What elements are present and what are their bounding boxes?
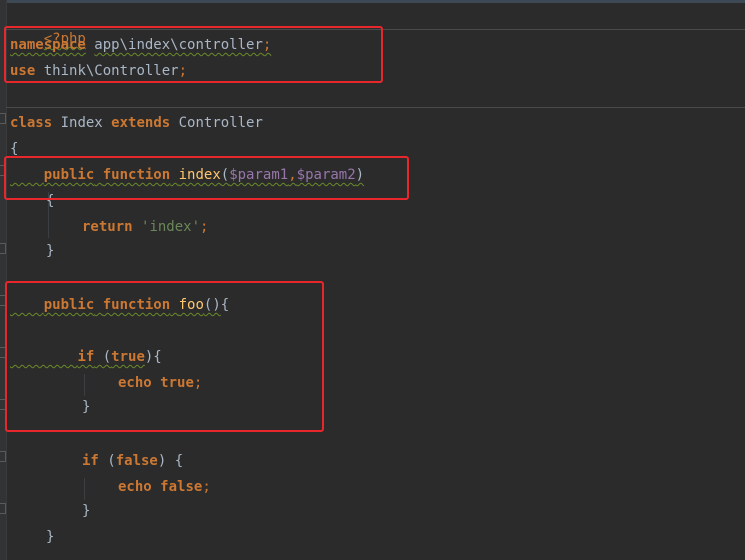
code-line[interactable]: echo false; <box>118 476 211 498</box>
public-keyword: public <box>43 297 95 313</box>
semicolon: ; <box>202 479 211 495</box>
if-close-brace: } <box>82 399 91 415</box>
close-paren-brace: ){ <box>144 349 162 365</box>
method-close-brace: } <box>46 243 55 259</box>
method-separator <box>6 29 745 30</box>
code-line[interactable]: } <box>46 526 54 548</box>
method-open-brace: { <box>46 193 55 209</box>
semicolon: ; <box>178 63 188 79</box>
code-line[interactable]: { <box>10 138 18 160</box>
fold-marker-icon[interactable] <box>0 165 6 176</box>
use-keyword: use <box>10 63 36 79</box>
false-literal: false <box>160 479 203 495</box>
true-literal: true <box>111 349 145 365</box>
fold-marker-icon[interactable] <box>0 113 6 124</box>
if-keyword: if <box>82 453 99 469</box>
fold-marker-icon[interactable] <box>0 295 6 306</box>
code-editor[interactable]: <?php namespace app\index\controller; us… <box>0 0 745 560</box>
code-line[interactable]: public function foo(){ <box>10 294 229 316</box>
code-line[interactable]: return 'index'; <box>82 216 208 238</box>
code-line[interactable]: } <box>82 500 90 522</box>
class-open-brace: { <box>10 141 19 157</box>
open-paren: ( <box>220 167 230 183</box>
comma: , <box>288 167 297 183</box>
parens: () <box>203 297 221 313</box>
use-path: think\Controller <box>43 63 179 79</box>
method-name-index: index <box>178 167 221 183</box>
code-line[interactable]: use think\Controller; <box>10 60 187 82</box>
editor-tab-strip <box>0 0 745 3</box>
fold-marker-icon[interactable] <box>0 503 6 514</box>
echo-keyword: echo <box>118 479 152 495</box>
return-keyword: return <box>82 219 133 235</box>
method-open-brace: { <box>220 297 230 313</box>
editor-gutter <box>0 0 7 560</box>
code-line[interactable]: if (true){ <box>10 346 162 368</box>
true-literal: true <box>160 375 194 391</box>
function-keyword: function <box>102 167 171 183</box>
code-line[interactable]: <?php <box>10 6 86 47</box>
open-paren: ( <box>94 349 112 365</box>
close-paren: ) <box>355 167 365 183</box>
class-name: Index <box>52 115 112 131</box>
code-line[interactable]: class Index extends Controller <box>10 112 263 134</box>
false-literal: false <box>115 453 158 469</box>
open-paren: ( <box>98 453 116 469</box>
class-keyword: class <box>10 115 53 131</box>
method-close-brace: } <box>46 529 55 545</box>
semicolon: ; <box>262 37 272 53</box>
if-close-brace: } <box>82 503 91 519</box>
public-keyword: public <box>43 167 95 183</box>
namespace-path: app\index\controller <box>94 37 263 53</box>
code-line[interactable]: public function index($param1,$param2) <box>10 164 364 186</box>
code-line[interactable]: if (false) { <box>82 450 183 472</box>
semicolon: ; <box>193 375 203 391</box>
code-line[interactable]: } <box>82 396 90 418</box>
close-paren-brace: ) { <box>157 453 184 469</box>
method-name-foo: foo <box>178 297 204 313</box>
indent-guide <box>84 374 85 396</box>
return-string: 'index' <box>141 219 201 235</box>
code-line[interactable]: { <box>46 190 54 212</box>
fold-marker-icon[interactable] <box>0 243 6 254</box>
param-2: $param2 <box>296 167 356 183</box>
echo-keyword: echo <box>118 375 152 391</box>
fold-marker-icon[interactable] <box>0 451 6 462</box>
semicolon: ; <box>200 219 209 235</box>
param-1: $param1 <box>229 167 289 183</box>
method-separator <box>6 107 745 108</box>
function-keyword: function <box>102 297 171 313</box>
fold-marker-icon[interactable] <box>0 399 6 410</box>
namespace-keyword: namespace <box>10 37 86 53</box>
indent-guide <box>84 478 85 500</box>
extends-keyword: extends <box>111 115 171 131</box>
code-line[interactable]: echo true; <box>118 372 202 394</box>
code-line[interactable]: } <box>46 240 54 262</box>
fold-marker-icon[interactable] <box>0 347 6 358</box>
parent-class-name: Controller <box>170 115 263 131</box>
code-line[interactable]: namespace app\index\controller; <box>10 34 271 56</box>
if-keyword: if <box>77 349 95 365</box>
